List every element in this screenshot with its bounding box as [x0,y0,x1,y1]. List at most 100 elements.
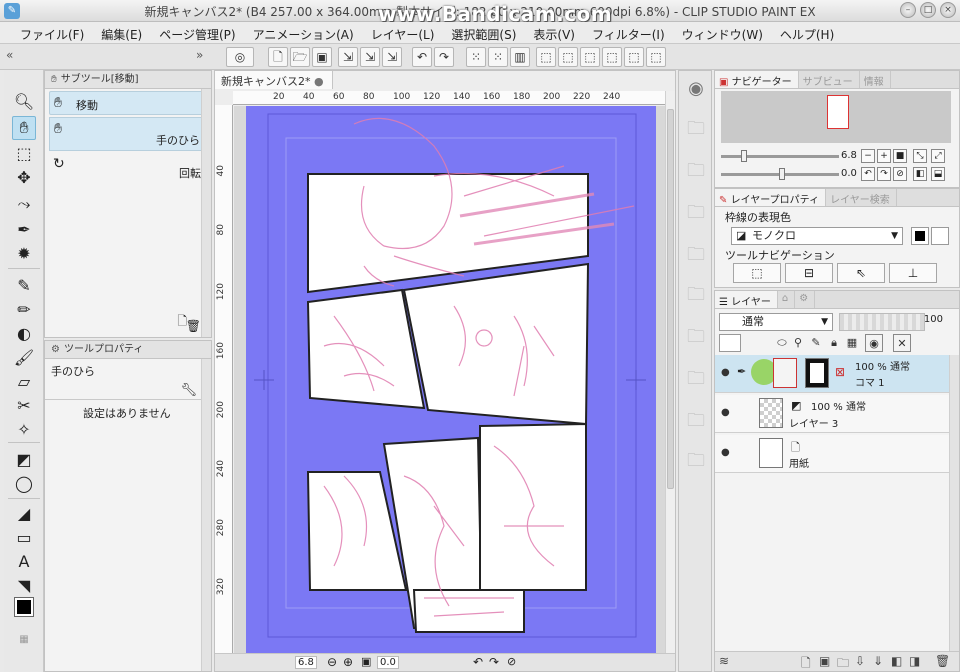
paper-layer-thumbnail[interactable] [759,438,783,468]
fit-icon[interactable]: ▣ [361,655,371,668]
folder-icon[interactable]: 🗀 [684,411,708,431]
blend-tool-icon[interactable]: ✧ [12,418,36,442]
rotate-right-icon[interactable]: ↷ [877,167,891,181]
frame-tool-button[interactable]: ⊥ [889,263,937,283]
collapse-right-icon[interactable]: » [196,48,203,62]
menu-help[interactable]: ヘルプ(H) [774,22,845,43]
folder-icon[interactable]: 🗀 [684,369,708,389]
lasso-tool-icon[interactable]: ⤳ [12,192,36,216]
undo-icon[interactable]: ↶ [412,47,432,67]
airbrush-tool-icon[interactable]: 🖌︎ [12,346,36,370]
deselect-icon[interactable]: ⬚ [536,47,556,67]
transparent-color-icon[interactable]: ▦ [12,628,36,652]
draft-icon[interactable]: ✎ [807,334,825,352]
gradient-tool-icon[interactable]: ◩ [12,448,36,472]
flip-horizontal-icon[interactable]: ◧ [913,167,927,181]
frame-mask-thumbnail[interactable] [773,358,797,388]
minimize-button[interactable]: – [900,2,916,18]
line-color-select[interactable]: ◪ モノクロ ▼ [731,227,903,245]
toolprop-scrollbar[interactable] [201,359,211,671]
layer-list-icon[interactable]: ≋ [719,654,729,668]
flip-v-icon[interactable]: ⤢ [931,149,945,163]
clear-icon[interactable]: ⁙ [466,47,486,67]
brush-tool-icon[interactable]: ◐ [12,322,36,346]
menu-animation[interactable]: アニメーション(A) [247,22,365,43]
tab-auto-action[interactable]: ⚙ [795,291,816,308]
zoom-in-icon[interactable]: + [877,149,891,163]
canvas-scrollbar[interactable] [665,91,675,653]
folder-icon[interactable]: 🗀 [684,285,708,305]
pencil-tool-icon[interactable]: ✏ [12,298,36,322]
open-file-icon[interactable]: 🗁 [290,47,310,67]
fill-icon[interactable]: ▥ [510,47,530,67]
layer-row-paper[interactable]: ● 🗋 用紙 [715,435,949,473]
menu-view[interactable]: 表示(V) [527,22,586,43]
flip-vertical-icon[interactable]: ⬓ [931,167,945,181]
opacity-slider[interactable] [839,313,925,331]
clip-studio-icon[interactable]: ◎ [226,47,254,67]
frame-cut-button[interactable]: ⊟ [785,263,833,283]
white-swatch[interactable] [931,227,949,245]
subtool-scrollbar[interactable] [201,89,211,337]
tab-info[interactable]: 情報 [860,71,891,88]
frame-layer-thumbnail[interactable] [805,358,829,388]
delete-subtool-icon[interactable]: 🗑 [186,319,201,333]
black-swatch[interactable] [911,227,929,245]
subtool-item-rotate[interactable]: ↻ 回転 [49,153,207,183]
tab-navigator[interactable]: ▣ ナビゲーター [715,71,799,88]
fill-tool-icon[interactable]: ◯ [12,472,36,496]
new-vector-layer-icon[interactable]: ▣ [819,654,830,668]
layer-row-frame[interactable]: ● ✒ ⊠ 100 % 通常 コマ 1 [715,355,949,393]
decoration-tool-icon[interactable]: ✂ [12,394,36,418]
subtool-group-move[interactable]: ✋︎ 移動 [49,91,207,115]
lock-transparent-icon[interactable]: ▦ [843,334,861,352]
wrench-icon[interactable]: 🔧︎ [180,383,197,398]
menu-window[interactable]: ウィンドウ(W) [676,22,774,43]
redo-icon[interactable]: ↷ [434,47,454,67]
canvas-zoom-value[interactable]: 6.8 [295,656,317,669]
eye-icon[interactable]: ● [721,447,730,458]
selection-border-icon[interactable]: ⬚ [602,47,622,67]
hand-tool-icon[interactable]: ✋︎ [12,116,36,140]
new-file-icon[interactable]: 🗋 [268,47,288,67]
new-folder-icon[interactable]: 🗀 [837,654,849,672]
invert-selection-icon[interactable]: ⬚ [580,47,600,67]
ruler-icon[interactable]: ✕ [893,334,911,352]
flip-h-icon[interactable]: ⤡ [913,149,927,163]
rotate-left-icon[interactable]: ↶ [861,167,875,181]
eye-icon[interactable]: ● [721,367,730,378]
tab-layer[interactable]: ☰ レイヤー [715,291,778,308]
tab-animation[interactable]: ⌂ [778,291,796,308]
folder-icon[interactable]: 🗀 [684,203,708,223]
text-tool-icon[interactable]: A [12,550,36,574]
document-tab[interactable]: 新規キャンバス2* ● [215,71,333,89]
delete-layer-icon[interactable]: 🗑 [935,654,950,668]
transfer-down-icon[interactable]: ⇩ [855,654,865,668]
mask-off-icon[interactable]: ⊠ [835,365,845,379]
balloon-tool-icon[interactable]: ◥ [12,574,36,598]
maximize-button[interactable]: □ [920,2,936,18]
select-all-icon[interactable]: ⬚ [558,47,578,67]
zoom-slider[interactable] [721,149,841,163]
menu-page[interactable]: ページ管理(P) [153,22,246,43]
zoom-tool-icon[interactable]: 🔍︎ [12,90,36,114]
blend-mode-select[interactable]: 通常 ▼ [719,313,833,331]
subtool-item-hand[interactable]: ✋︎ 手のひら [49,117,207,151]
zoom-in-icon[interactable]: ⊕ [343,655,353,669]
zoom-out-icon[interactable]: ⊖ [327,655,337,669]
eyedropper-tool-icon[interactable]: ✒ [12,218,36,242]
export-icon[interactable]: ⇲ [338,47,358,67]
object-tool-button[interactable]: ⬚ [733,263,781,283]
canvas-angle-value[interactable]: 0.0 [377,656,399,669]
object-tool-icon[interactable]: ⬚ [12,142,36,166]
select-frame-button[interactable]: ⇖ [837,263,885,283]
fit-window-icon[interactable]: ■ [893,149,907,163]
folder-icon[interactable]: 🗀 [684,161,708,181]
main-color-swatch[interactable] [12,597,36,622]
folder-icon[interactable]: 🗀 [684,451,708,471]
rotate-left-icon[interactable]: ↶ [473,655,483,669]
selection-edit-icon[interactable]: ⬚ [624,47,644,67]
navigator-preview[interactable] [721,91,951,143]
rotate-right-icon[interactable]: ↷ [489,655,499,669]
layer-scrollbar[interactable] [949,355,959,671]
